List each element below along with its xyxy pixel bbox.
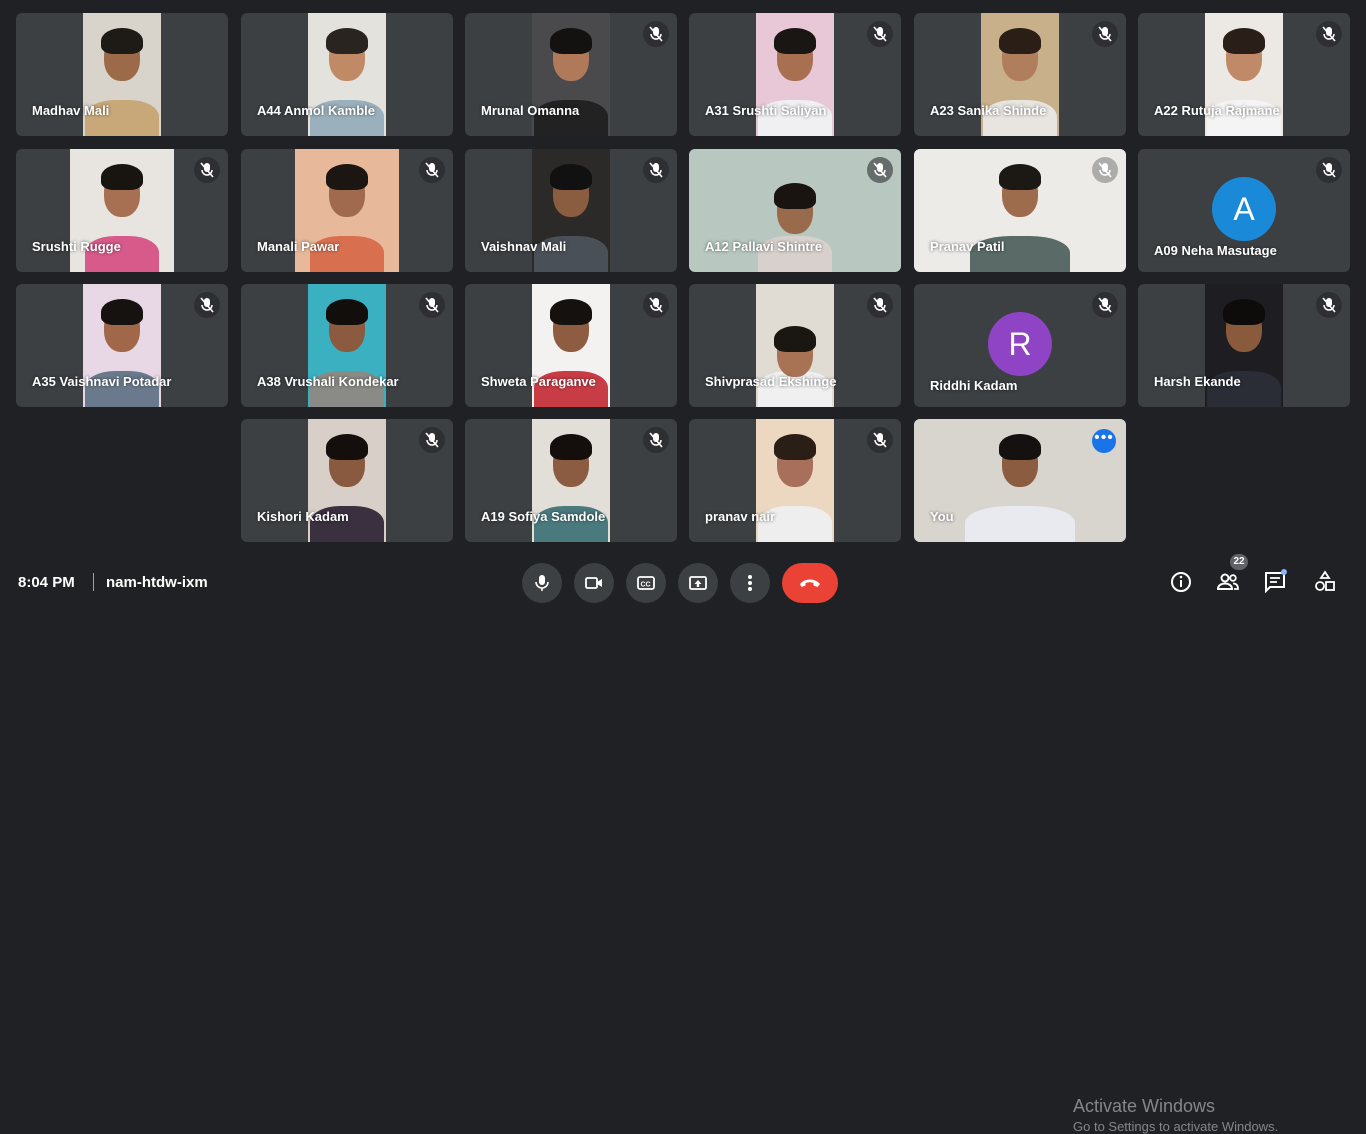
participant-name: Riddhi Kadam [930, 378, 1018, 393]
participant-name: A12 Pallavi Shintre [705, 239, 823, 254]
participant-name: A09 Neha Masutage [1154, 243, 1277, 258]
microphone-button[interactable] [522, 563, 562, 603]
participant-tile[interactable]: A12 Pallavi Shintre [689, 149, 901, 272]
muted-mic-icon [643, 292, 669, 318]
participant-name: Manali Pawar [257, 239, 340, 254]
muted-mic-icon [867, 427, 893, 453]
participant-name: A35 Vaishnavi Potadar [32, 374, 172, 389]
participant-tile[interactable]: Pranav Patil [914, 149, 1126, 272]
participant-name: Mrunal Omanna [481, 103, 580, 118]
avatar: A [1212, 177, 1276, 241]
participant-tile[interactable]: Kishori Kadam [241, 419, 453, 542]
muted-mic-icon [867, 157, 893, 183]
participant-tile[interactable]: A A09 Neha Masutage [1138, 149, 1350, 272]
meeting-time: 8:04 PM [18, 574, 75, 591]
participant-tile[interactable]: Shivprasad Ekshinge [689, 284, 901, 407]
participant-tile[interactable]: Mrunal Omanna [465, 13, 677, 136]
bottom-toolbar: 8:04 PM nam-htdw-ixm CC Activate Windows… [0, 550, 1366, 1134]
end-call-button[interactable] [782, 563, 838, 603]
watermark-subtitle: Go to Settings to activate Windows. [1073, 1119, 1279, 1134]
participant-name: Harsh Ekande [1154, 374, 1241, 389]
chat-notification-dot [1281, 569, 1287, 575]
watermark-title: Activate Windows [1073, 1096, 1216, 1116]
participant-tile[interactable]: A38 Vrushali Kondekar [241, 284, 453, 407]
muted-mic-icon [1092, 157, 1118, 183]
people-icon[interactable] [1216, 570, 1240, 594]
participant-grid: Madhav Mali A44 Anmol Kamble Mrunal Oman… [0, 0, 1366, 550]
muted-mic-icon [419, 157, 445, 183]
participant-tile[interactable]: A44 Anmol Kamble [241, 13, 453, 136]
participant-name: A38 Vrushali Kondekar [257, 374, 399, 389]
more-options-button[interactable] [730, 563, 770, 603]
participant-tile[interactable]: A23 Sanika Shinde [914, 13, 1126, 136]
camera-button[interactable] [574, 563, 614, 603]
participant-tile[interactable]: Madhav Mali [16, 13, 228, 136]
activities-icon[interactable] [1313, 570, 1337, 594]
participant-name: A31 Srushti Saliyan [705, 103, 827, 118]
participant-tile[interactable]: Shweta Paraganve [465, 284, 677, 407]
muted-mic-icon [1092, 292, 1118, 318]
participant-name: A19 Sofiya Samdole [481, 509, 606, 524]
divider [93, 573, 94, 591]
muted-mic-icon [419, 427, 445, 453]
participant-tile[interactable]: R Riddhi Kadam [914, 284, 1126, 407]
participant-tile[interactable]: A22 Rutuja Rajmane [1138, 13, 1350, 136]
muted-mic-icon [643, 21, 669, 47]
participant-tile[interactable]: pranav nair [689, 419, 901, 542]
participant-tile[interactable]: A31 Srushti Saliyan [689, 13, 901, 136]
participant-name: Shweta Paraganve [481, 374, 596, 389]
participant-tile[interactable]: Harsh Ekande [1138, 284, 1350, 407]
muted-mic-icon [643, 157, 669, 183]
muted-mic-icon [194, 292, 220, 318]
captions-button[interactable]: CC [626, 563, 666, 603]
muted-mic-icon [867, 292, 893, 318]
participant-tile[interactable]: Srushti Rugge [16, 149, 228, 272]
participant-name: pranav nair [705, 509, 776, 524]
muted-mic-icon [419, 292, 445, 318]
present-button[interactable] [678, 563, 718, 603]
participant-tile[interactable]: A19 Sofiya Samdole [465, 419, 677, 542]
participant-name: Srushti Rugge [32, 239, 121, 254]
camera-icon [585, 577, 602, 589]
meeting-details-icon[interactable] [1169, 570, 1193, 594]
captions-icon: CC [637, 576, 655, 590]
participant-name: A44 Anmol Kamble [257, 103, 375, 118]
end-call-icon [800, 579, 820, 587]
participant-name: Vaishnav Mali [481, 239, 567, 254]
avatar: R [988, 312, 1052, 376]
muted-mic-icon [643, 427, 669, 453]
muted-mic-icon [1316, 21, 1342, 47]
muted-mic-icon [1092, 21, 1118, 47]
more-options-icon [748, 575, 752, 591]
muted-mic-icon [1316, 157, 1342, 183]
participant-name: A23 Sanika Shinde [930, 103, 1047, 118]
activate-windows-watermark: Activate Windows Go to Settings to activ… [1073, 1096, 1278, 1134]
present-screen-icon [689, 576, 707, 590]
participant-name: Pranav Patil [930, 239, 1005, 254]
participant-name: Shivprasad Ekshinge [705, 374, 837, 389]
participant-name: Kishori Kadam [257, 509, 349, 524]
participant-name: You [930, 509, 954, 524]
svg-text:CC: CC [641, 582, 651, 589]
self-view-tile[interactable]: ••• You [914, 419, 1126, 542]
participant-tile[interactable]: A35 Vaishnavi Potadar [16, 284, 228, 407]
muted-mic-icon [1316, 292, 1342, 318]
microphone-icon [535, 575, 549, 591]
participant-tile[interactable]: Vaishnav Mali [465, 149, 677, 272]
participant-count-badge: 22 [1230, 554, 1248, 570]
more-options-icon[interactable]: ••• [1092, 429, 1116, 453]
participant-name: Madhav Mali [32, 103, 110, 118]
meeting-code: nam-htdw-ixm [106, 574, 208, 591]
muted-mic-icon [867, 21, 893, 47]
participant-tile[interactable]: Manali Pawar [241, 149, 453, 272]
muted-mic-icon [194, 157, 220, 183]
participant-name: A22 Rutuja Rajmane [1154, 103, 1280, 118]
